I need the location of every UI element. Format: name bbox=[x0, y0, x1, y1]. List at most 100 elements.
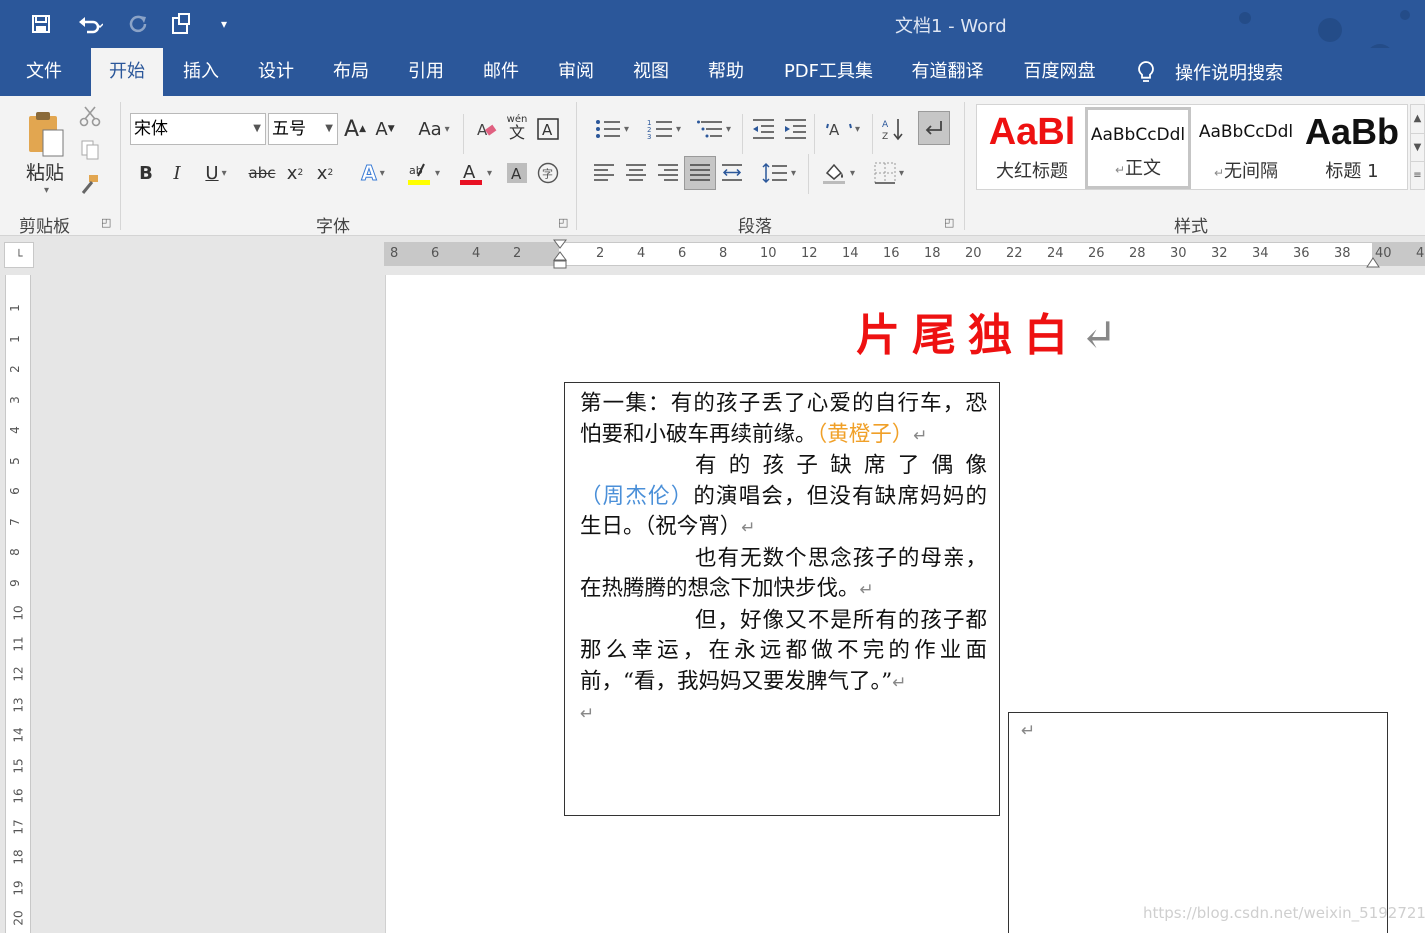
tab-baidu-netdisk[interactable]: 百度网盘 bbox=[1012, 48, 1107, 96]
phonetic-guide-button[interactable]: wén 文 bbox=[503, 110, 531, 146]
chinese-layout-button[interactable]: A ▾ bbox=[820, 114, 866, 144]
svg-text:Z: Z bbox=[882, 132, 888, 141]
ruler-number: 4 bbox=[637, 246, 646, 261]
ruler-number: 2 bbox=[7, 365, 22, 373]
change-case-button[interactable]: Aa ▾ bbox=[412, 114, 456, 144]
line-spacing-button[interactable]: ▾ bbox=[756, 158, 802, 188]
touch-mode-icon[interactable] bbox=[168, 9, 194, 39]
customize-qat-icon[interactable]: ▾ bbox=[216, 9, 232, 39]
align-left-icon[interactable] bbox=[590, 158, 618, 188]
font-launcher-icon[interactable]: ◰ bbox=[558, 216, 568, 229]
enclose-characters-icon[interactable]: 字 bbox=[534, 158, 562, 188]
tab-mailings[interactable]: 邮件 bbox=[471, 48, 531, 96]
cut-icon[interactable] bbox=[76, 102, 104, 130]
tab-pdf-tools[interactable]: PDF工具集 bbox=[776, 48, 881, 96]
ruler-number: 10 bbox=[760, 246, 777, 261]
tab-insert[interactable]: 插入 bbox=[171, 48, 231, 96]
tab-references[interactable]: 引用 bbox=[396, 48, 456, 96]
numbering-button[interactable]: 1 2 3 ▾ bbox=[640, 114, 688, 144]
document-page[interactable]: 片尾独白↵ 第一集：有的孩子丢了心爱的自行车，恐怕要和小破车再续前缘。（黄橙子）… bbox=[385, 275, 1425, 933]
tab-design[interactable]: 设计 bbox=[246, 48, 306, 96]
chevron-up-icon[interactable]: ▲ bbox=[1411, 105, 1424, 133]
ruler-number: 1 bbox=[7, 334, 22, 343]
highlight-color-button[interactable]: ab ▾ bbox=[400, 158, 446, 188]
multilevel-list-button[interactable]: ▾ bbox=[692, 114, 736, 144]
tab-home[interactable]: 开始 bbox=[91, 48, 163, 96]
save-icon[interactable] bbox=[28, 9, 54, 39]
credit-zhou-jielun: （周杰伦） bbox=[580, 483, 694, 509]
paragraph-mark: ↵ bbox=[580, 704, 595, 724]
tab-review[interactable]: 审阅 bbox=[546, 48, 606, 96]
align-center-icon[interactable] bbox=[622, 158, 650, 188]
shading-button[interactable]: ▾ bbox=[814, 158, 862, 188]
ruler-number: 17 bbox=[11, 818, 26, 835]
clear-formatting-icon[interactable]: A bbox=[472, 114, 500, 144]
decrease-indent-icon[interactable] bbox=[748, 114, 778, 144]
borders-button[interactable]: ▾ bbox=[866, 158, 912, 188]
font-name-box[interactable]: 宋体 ▼ bbox=[130, 113, 266, 145]
tab-help[interactable]: 帮助 bbox=[696, 48, 756, 96]
chevron-down-icon: ▾ bbox=[790, 167, 797, 179]
bullets-button[interactable]: ▾ bbox=[588, 114, 636, 144]
superscript-button[interactable]: x2 bbox=[312, 158, 338, 188]
underline-button[interactable]: U ▾ bbox=[196, 158, 236, 188]
text-box-2[interactable]: ↵ bbox=[1008, 712, 1388, 933]
font-size-box[interactable]: 五号 ▼ bbox=[268, 113, 338, 145]
show-hide-marks-button[interactable] bbox=[918, 111, 950, 145]
styles-gallery-scroll[interactable]: ▲ ▼ ≡ bbox=[1410, 104, 1425, 190]
text-box-1[interactable]: 第一集：有的孩子丢了心爱的自行车，恐怕要和小破车再续前缘。（黄橙子）↵ 有的孩子… bbox=[564, 382, 1000, 816]
lightbulb-icon bbox=[1138, 61, 1154, 82]
tab-view[interactable]: 视图 bbox=[621, 48, 681, 96]
font-color-button[interactable]: A ▾ bbox=[452, 158, 498, 188]
text-effects-button[interactable]: A ▾ bbox=[352, 158, 394, 188]
document-heading[interactable]: 片尾独白↵ bbox=[856, 299, 1117, 363]
horizontal-ruler[interactable]: 8642 2 4 6 8 10 12 14 16 18 20 22 24 26 28 30 32 34 36 38 4… bbox=[384, 239, 1425, 269]
justify-icon[interactable] bbox=[684, 156, 716, 190]
chevron-down-icon: ▼ bbox=[325, 123, 333, 134]
ruler-number: 24 bbox=[1047, 246, 1064, 261]
chevron-down-icon[interactable]: ▼ bbox=[1411, 133, 1424, 161]
character-shading-icon[interactable]: A bbox=[503, 158, 531, 188]
paste-button[interactable]: 粘贴 ▾ bbox=[18, 104, 72, 202]
ruler-number: 11 bbox=[11, 635, 26, 652]
group-label-paragraph: 段落 bbox=[738, 217, 772, 237]
style-sample: AaBbCcDdl bbox=[1090, 125, 1186, 145]
ruler-number: 2 bbox=[513, 246, 522, 261]
indent-marker-icon[interactable] bbox=[553, 239, 567, 269]
copy-icon[interactable] bbox=[76, 136, 104, 164]
tell-me-search[interactable]: 操作说明搜索 bbox=[1135, 48, 1283, 96]
style-normal[interactable]: AaBbCcDdl ↵正文 bbox=[1085, 107, 1191, 189]
italic-button[interactable]: I bbox=[164, 158, 190, 188]
style-heading-1[interactable]: AaBb 标题 1 bbox=[1299, 107, 1405, 189]
format-painter-icon[interactable] bbox=[76, 170, 104, 198]
shrink-font-button[interactable]: A ▼ bbox=[372, 114, 398, 144]
bold-button[interactable]: B bbox=[132, 158, 160, 188]
clipboard-launcher-icon[interactable]: ◰ bbox=[101, 216, 111, 229]
tab-youdao-translate[interactable]: 有道翻译 bbox=[900, 48, 995, 96]
paste-icon bbox=[29, 112, 64, 157]
character-border-icon[interactable]: A bbox=[534, 114, 562, 144]
distributed-icon[interactable] bbox=[718, 158, 746, 188]
chevron-down-icon: ▾ bbox=[221, 167, 227, 179]
redo-icon[interactable] bbox=[126, 9, 150, 39]
vertical-ruler[interactable]: 1123456789101112131415161718192021 bbox=[5, 275, 31, 933]
right-indent-marker-icon[interactable] bbox=[1366, 256, 1380, 268]
tab-file[interactable]: 文件 bbox=[14, 48, 74, 96]
sort-icon[interactable]: AZ bbox=[878, 114, 908, 144]
tab-selector[interactable]: └ bbox=[4, 242, 34, 268]
style-no-spacing[interactable]: AaBbCcDdl ↵无间隔 bbox=[1193, 107, 1299, 189]
strikethrough-button[interactable]: abc bbox=[246, 158, 278, 188]
paragraph-mark: ↵ bbox=[741, 518, 756, 538]
subscript-button[interactable]: x2 bbox=[282, 158, 308, 188]
grow-font-button[interactable]: A ▲ bbox=[342, 114, 368, 144]
svg-text:A: A bbox=[463, 162, 476, 183]
group-label-clipboard: 剪贴板 bbox=[19, 217, 70, 237]
paragraph-launcher-icon[interactable]: ◰ bbox=[944, 216, 954, 229]
increase-indent-icon[interactable] bbox=[780, 114, 810, 144]
undo-icon[interactable] bbox=[70, 9, 110, 39]
style-big-red-heading[interactable]: AaBl 大红标题 bbox=[979, 107, 1085, 189]
divider bbox=[964, 102, 965, 230]
tab-layout[interactable]: 布局 bbox=[321, 48, 381, 96]
align-right-icon[interactable] bbox=[654, 158, 682, 188]
more-styles-icon[interactable]: ≡ bbox=[1411, 161, 1424, 189]
